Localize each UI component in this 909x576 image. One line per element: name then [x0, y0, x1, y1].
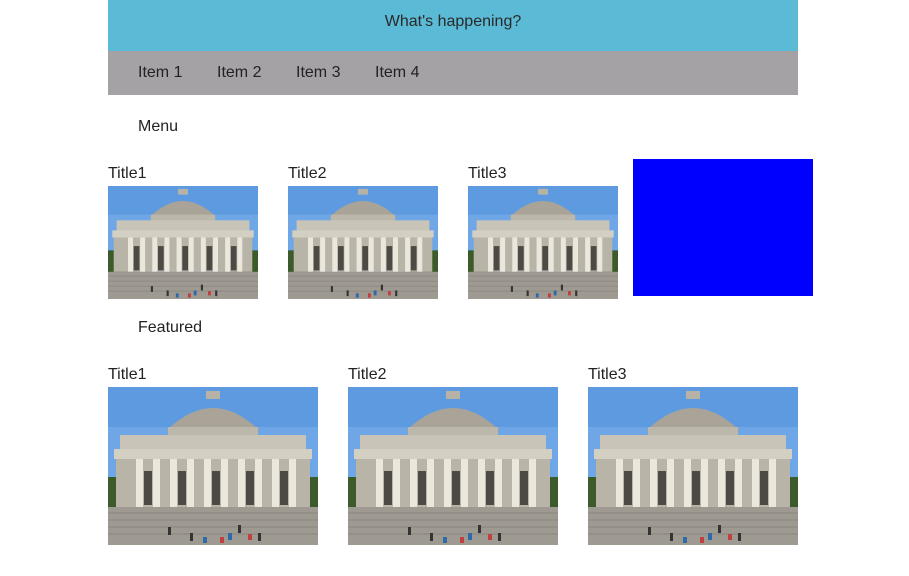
menu-card-title: Title1	[108, 165, 147, 182]
library-building-image	[468, 186, 618, 299]
menu-card-title: Title3	[468, 165, 507, 182]
menu-card-2[interactable]: Title2	[288, 165, 438, 299]
page-header: What's happening?	[108, 0, 798, 51]
featured-card-2[interactable]: Title2	[348, 366, 558, 545]
menu-card-3[interactable]: Title3	[468, 165, 618, 299]
nav-item-2[interactable]: Item 2	[217, 64, 261, 82]
library-building-image	[348, 387, 558, 545]
blue-placeholder-box	[633, 159, 813, 296]
nav-item-4[interactable]: Item 4	[375, 64, 419, 82]
nav-bar: Item 1 Item 2 Item 3 Item 4	[108, 51, 798, 95]
featured-card-1[interactable]: Title1	[108, 366, 318, 545]
menu-card-title: Title2	[288, 165, 327, 182]
featured-section-label: Featured	[138, 319, 203, 336]
featured-card-3[interactable]: Title3	[588, 366, 798, 545]
header-title: What's happening?	[384, 12, 522, 30]
featured-card-title: Title1	[108, 366, 147, 383]
nav-item-3[interactable]: Item 3	[296, 64, 340, 82]
library-building-image	[288, 186, 438, 299]
menu-card-1[interactable]: Title1	[108, 165, 258, 299]
nav-item-1[interactable]: Item 1	[138, 64, 182, 82]
featured-card-title: Title3	[588, 366, 627, 383]
menu-section-label: Menu	[138, 118, 179, 135]
library-building-image	[108, 387, 318, 545]
library-building-image	[108, 186, 258, 299]
featured-card-title: Title2	[348, 366, 387, 383]
library-building-image	[588, 387, 798, 545]
